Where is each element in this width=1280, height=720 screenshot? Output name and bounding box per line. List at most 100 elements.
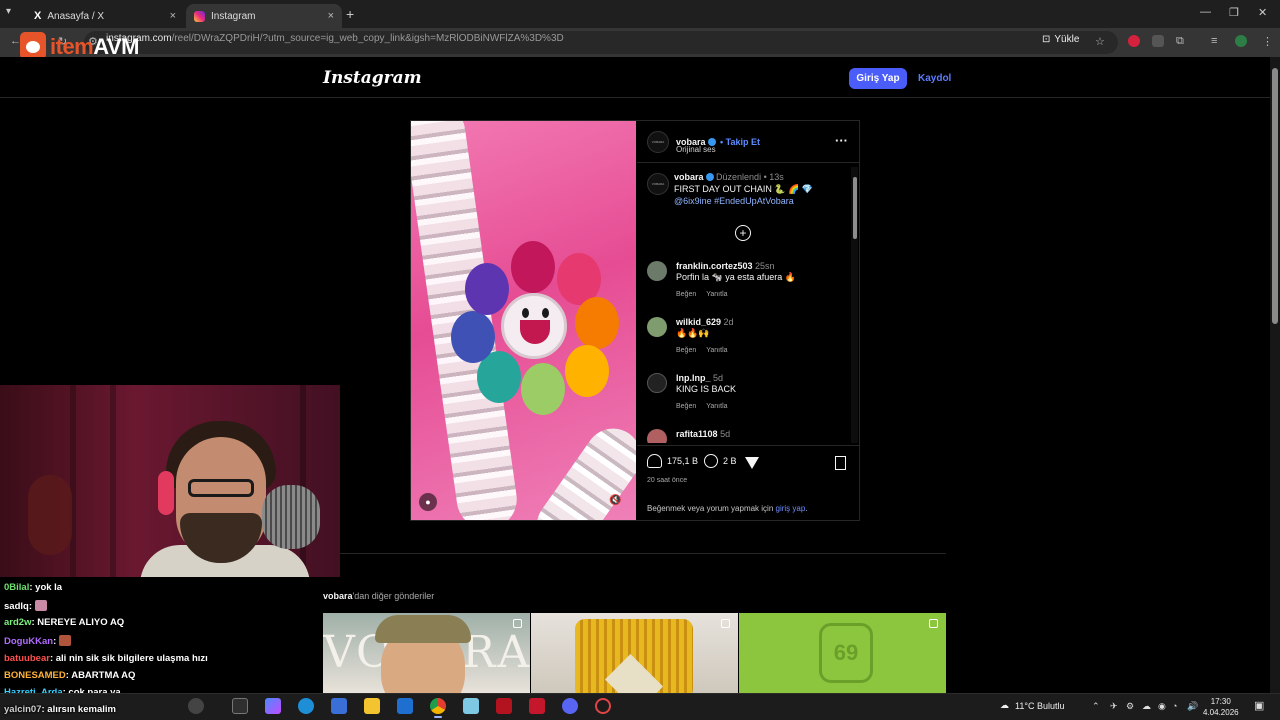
add-comment-plus-icon[interactable]: + [735, 225, 751, 241]
login-prompt-link[interactable]: giriş yap [776, 504, 806, 513]
extensions-puzzle-icon[interactable]: ⧉ [1176, 35, 1184, 48]
caption-avatar[interactable]: VOBARA [647, 173, 669, 195]
post-thumbnail[interactable]: VOBARA [323, 613, 530, 693]
tab-label: Instagram [211, 10, 256, 22]
login-button[interactable]: Giriş Yap [849, 68, 907, 89]
reply-link[interactable]: Yanıtla [706, 289, 727, 300]
tray-icon[interactable]: ☁ [1142, 701, 1151, 712]
reply-link[interactable]: Yanıtla [706, 345, 727, 356]
new-tab-button[interactable]: + [346, 6, 354, 22]
install-app-button[interactable]: ⊡ Yükle [1042, 34, 1079, 45]
audio-label[interactable]: Orijinal ses [676, 145, 716, 154]
like-comment-link[interactable]: Beğen [676, 289, 696, 300]
tab-search-icon[interactable]: ▾ [6, 6, 11, 17]
close-tab-icon[interactable]: × [328, 10, 334, 22]
more-options-icon[interactable]: ··· [835, 133, 848, 148]
page-scrollbar-thumb[interactable] [1272, 68, 1278, 324]
signup-link[interactable]: Kaydol [918, 73, 951, 84]
copilot-icon[interactable] [265, 698, 281, 714]
comment-time: 25sn [755, 261, 775, 271]
edge-icon[interactable] [298, 698, 314, 714]
chat-text: : [53, 636, 57, 647]
comment-text: Porfin la 🐄 ya esta afuera 🔥 [676, 272, 796, 282]
webcam-overlay [0, 385, 340, 577]
author-avatar[interactable]: VOBARA [647, 131, 669, 153]
mail-icon[interactable] [397, 698, 413, 714]
tab-x[interactable]: X Anasayfa / X × [26, 4, 184, 28]
comment-button[interactable]: 2 B [704, 454, 737, 468]
profile-avatar-icon[interactable] [1235, 35, 1247, 47]
chrome-icon[interactable] [430, 698, 446, 714]
app-icon[interactable] [463, 698, 479, 714]
caption-tags[interactable]: @6ix9ine #EndedUpAtVobara [674, 195, 864, 207]
chat-message: BONESAMED: ABARTMA AQ [4, 670, 135, 681]
more-posts-suffix: 'dan diğer gönderiler [352, 591, 435, 601]
browser-menu-icon[interactable]: ⋮ [1262, 35, 1273, 48]
tray-icon[interactable]: ◉ [1158, 701, 1166, 712]
obs-icon[interactable] [595, 698, 611, 714]
file-explorer-icon[interactable] [364, 698, 380, 714]
tab-instagram[interactable]: Instagram × [186, 4, 342, 28]
task-view-icon[interactable] [232, 698, 248, 714]
comments-scrollbar-thumb[interactable] [853, 177, 857, 239]
url-text[interactable]: instagram.com/reel/DWraZQPDriH/?utm_sour… [106, 33, 564, 44]
like-button[interactable]: 175,1 B [647, 454, 698, 468]
app-icon[interactable] [529, 698, 545, 714]
share-button[interactable] [745, 457, 759, 469]
comment-username[interactable]: franklin.cortez503 [676, 261, 753, 271]
tray-icon[interactable]: ✈ [1110, 701, 1118, 712]
maximize-icon[interactable]: ❐ [1229, 6, 1239, 19]
chat-user: yalcin07 [4, 704, 42, 715]
minimize-icon[interactable]: — [1200, 6, 1211, 18]
store-icon[interactable] [331, 698, 347, 714]
comment-username[interactable]: wilkid_629 [676, 317, 721, 327]
bookmark-star-icon[interactable]: ☆ [1095, 35, 1105, 48]
like-comment-link[interactable]: Beğen [676, 401, 696, 412]
tagged-user-icon[interactable]: ● [419, 493, 437, 511]
commenter-avatar[interactable] [647, 373, 667, 393]
weather-widget[interactable]: ☁ 11°C Bulutlu [1000, 700, 1064, 711]
weather-text: 11°C Bulutlu [1015, 700, 1065, 711]
commenter-avatar[interactable] [647, 317, 667, 337]
notification-icon[interactable]: ▣ [1254, 699, 1264, 712]
media-control-icon[interactable]: ≡ [1211, 35, 1217, 47]
follow-link[interactable]: • Takip Et [720, 137, 760, 147]
extension-grey-icon[interactable] [1152, 35, 1164, 47]
system-clock[interactable]: 17:30 4.04.2026 [1203, 696, 1239, 718]
chat-text: : yok la [29, 582, 63, 593]
chat-user: DoguKKan [4, 636, 54, 647]
comment-time: 5d [720, 429, 731, 439]
caption-username[interactable]: vobara [674, 172, 704, 182]
chat-message: batuubear: ali nin sik sik bilgilere ula… [4, 653, 208, 664]
caption-text: FIRST DAY OUT CHAIN 🐍 🌈 💎 [674, 184, 813, 194]
tray-icon[interactable]: ⚙ [1126, 701, 1134, 712]
reel-video[interactable]: ● 🔇 [411, 121, 636, 520]
comment-username[interactable]: rafita1108 [676, 429, 718, 439]
discord-icon[interactable] [562, 698, 578, 714]
post-thumbnail[interactable] [531, 613, 738, 693]
headset-image [158, 471, 174, 515]
url-path: /reel/DWraZQPDriH/?utm_source=ig_web_cop… [171, 33, 564, 44]
bird-widget-icon[interactable] [188, 698, 204, 714]
like-comment-link[interactable]: Beğen [676, 345, 696, 356]
comment-username[interactable]: lnp.lnp_ [676, 373, 711, 383]
instagram-logo[interactable]: Instagram [323, 68, 422, 88]
chat-user: BONESAMED [4, 670, 66, 681]
share-icon [745, 457, 759, 469]
reply-link[interactable]: Yanıtla [706, 401, 727, 412]
commenter-avatar[interactable] [647, 429, 667, 443]
post-thumbnail[interactable]: 69 [739, 613, 946, 693]
mute-icon[interactable]: 🔇 [609, 495, 621, 506]
logo-text-avm: AVM [93, 34, 140, 59]
close-window-icon[interactable]: ✕ [1258, 6, 1267, 19]
active-app-indicator [434, 716, 442, 718]
close-tab-icon[interactable]: × [170, 10, 176, 22]
save-bookmark-icon[interactable] [835, 456, 846, 470]
divider [323, 553, 946, 554]
wifi-icon[interactable]: ◔ [1172, 701, 1177, 711]
extension-red-icon[interactable] [1128, 35, 1140, 47]
commenter-avatar[interactable] [647, 261, 667, 281]
show-hidden-icons[interactable]: ⌃ [1092, 701, 1100, 712]
app-icon[interactable] [496, 698, 512, 714]
volume-icon[interactable]: 🔊 [1187, 701, 1198, 712]
